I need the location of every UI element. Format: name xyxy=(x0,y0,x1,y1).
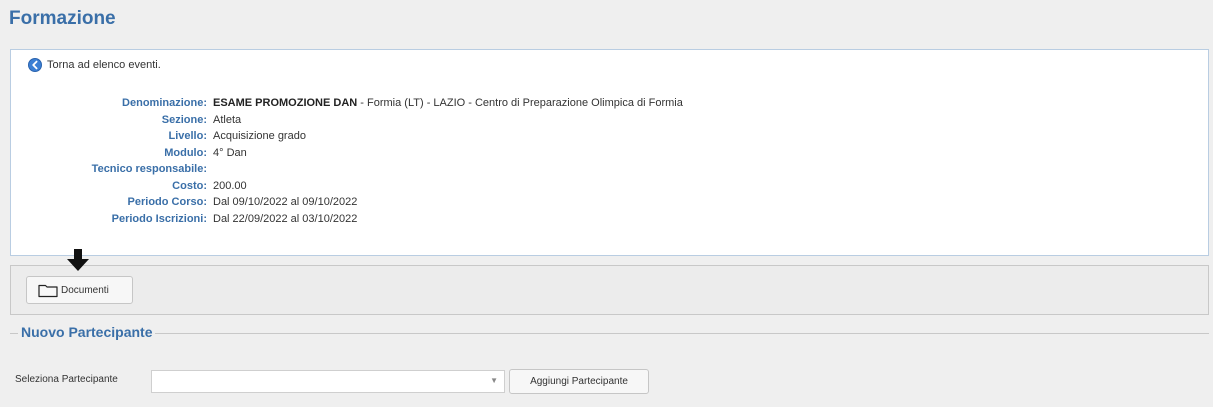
detail-row-periodo-iscrizioni: Periodo Iscrizioni: Dal 22/09/2022 al 03… xyxy=(11,211,683,228)
participant-select[interactable]: ▼ xyxy=(151,370,505,393)
modulo-value: 4° Dan xyxy=(213,146,247,159)
detail-row-sezione: Sezione: Atleta xyxy=(11,112,683,129)
detail-row-modulo: Modulo: 4° Dan xyxy=(11,145,683,162)
sezione-value: Atleta xyxy=(213,113,242,126)
page-title: Formazione xyxy=(9,8,116,29)
event-name: ESAME PROMOZIONE DAN xyxy=(213,97,358,109)
down-arrow-icon xyxy=(67,249,89,271)
back-arrow-circle-icon xyxy=(28,58,42,72)
periodo-iscrizioni-value: Dal 22/09/2022 al 03/10/2022 xyxy=(213,212,358,225)
event-location: - Formia (LT) - LAZIO - Centro di Prepar… xyxy=(357,97,683,109)
select-participant-label: Seleziona Partecipante xyxy=(15,374,118,385)
chevron-down-icon: ▼ xyxy=(490,376,498,385)
documents-panel: Documenti xyxy=(10,265,1209,315)
detail-row-denominazione: Denominazione: ESAME PROMOZIONE DAN - Fo… xyxy=(11,95,683,112)
event-info-panel: Torna ad elenco eventi. Denominazione: E… xyxy=(10,49,1209,256)
event-details-table: Denominazione: ESAME PROMOZIONE DAN - Fo… xyxy=(11,95,683,227)
page: Formazione Torna ad elenco eventi. Denom… xyxy=(0,0,1213,407)
tecnico-label: Tecnico responsabile: xyxy=(91,163,207,175)
documents-button[interactable]: Documenti xyxy=(26,276,133,304)
detail-row-periodo-corso: Periodo Corso: Dal 09/10/2022 al 09/10/2… xyxy=(11,194,683,211)
denominazione-label: Denominazione: xyxy=(122,97,207,109)
documents-button-label: Documenti xyxy=(61,284,109,296)
livello-value: Acquisizione grado xyxy=(213,130,306,142)
detail-row-livello: Livello: Acquisizione grado xyxy=(11,128,683,145)
tecnico-value xyxy=(213,161,683,178)
folder-icon xyxy=(38,284,58,297)
modulo-label: Modulo: xyxy=(164,146,207,159)
costo-value: 200.00 xyxy=(213,179,247,192)
periodo-corso-label: Periodo Corso: xyxy=(127,196,207,208)
new-participant-legend: Nuovo Partecipante xyxy=(18,324,156,340)
sezione-label: Sezione: xyxy=(161,113,207,126)
denominazione-value: ESAME PROMOZIONE DAN - Formia (LT) - LAZ… xyxy=(213,95,683,112)
back-to-events-link[interactable]: Torna ad elenco eventi. xyxy=(28,58,161,72)
livello-label: Livello: xyxy=(168,130,207,142)
detail-row-costo: Costo: 200.00 xyxy=(11,178,683,195)
periodo-corso-value: Dal 09/10/2022 al 09/10/2022 xyxy=(213,196,358,208)
detail-row-tecnico: Tecnico responsabile: xyxy=(11,161,683,178)
add-participant-button[interactable]: Aggiungi Partecipante xyxy=(509,369,649,394)
periodo-iscrizioni-label: Periodo Iscrizioni: xyxy=(111,212,207,225)
costo-label: Costo: xyxy=(172,179,207,192)
back-link-label: Torna ad elenco eventi. xyxy=(47,59,161,71)
